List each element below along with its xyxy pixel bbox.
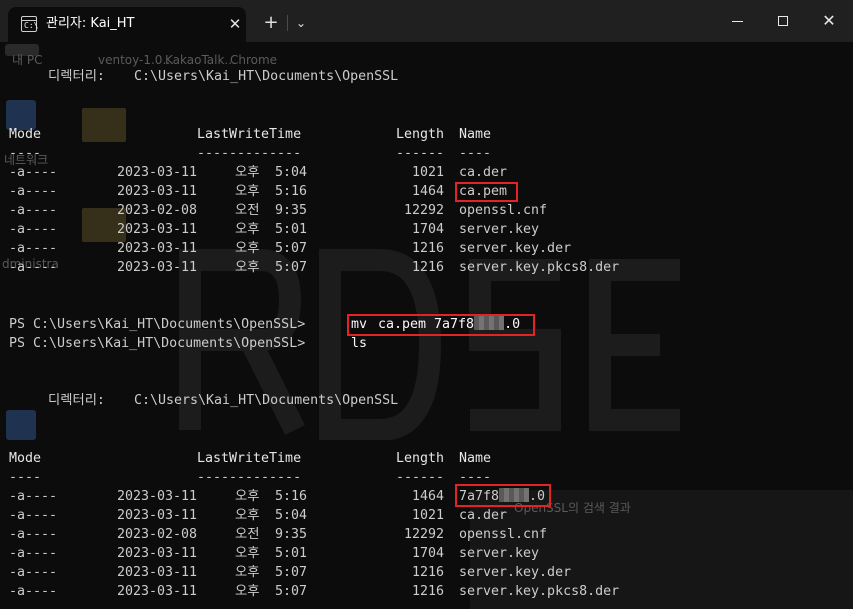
highlight-box bbox=[455, 484, 551, 507]
highlight-box bbox=[347, 314, 535, 336]
tab-title: 관리자: Kai_HT bbox=[46, 16, 135, 31]
file-row: -a---- 2023-03-11 오후 5:04 1021 ca.der bbox=[9, 165, 508, 180]
close-window-button[interactable]: ✕ bbox=[806, 0, 852, 42]
listing-header-underline: ---- ------------- ------ ---- bbox=[9, 146, 492, 161]
terminal-icon: C:\ bbox=[21, 16, 38, 32]
chevron-down-icon[interactable]: ⌄ bbox=[290, 12, 312, 34]
command-line-ls: PS C:\Users\Kai_HT\Documents\OpenSSL> ls bbox=[9, 334, 367, 353]
minimize-button[interactable] bbox=[714, 0, 760, 42]
directory-line: 디렉터리: C:\Users\Kai_HT\Documents\OpenSSL bbox=[48, 393, 399, 408]
new-tab-button[interactable]: + bbox=[260, 12, 282, 34]
terminal-window: 내 PC ventoy-1.0... KakaoTalk... Chrome 네… bbox=[0, 0, 853, 609]
listing-header-underline: ---- ------------- ------ ---- bbox=[9, 470, 492, 485]
file-row: -a---- 2023-02-08 오전 9:35 12292 openssl.… bbox=[9, 527, 548, 542]
file-row: -a---- 2023-03-11 오후 5:16 1464 ca.pem bbox=[9, 184, 508, 199]
highlight-box bbox=[455, 182, 518, 202]
file-row: -a---- 2023-03-11 오후 5:07 1216 server.ke… bbox=[9, 584, 620, 599]
ghost-label-kakao: KakaoTalk... bbox=[165, 53, 236, 67]
file-row: -a---- 2023-03-11 오후 5:01 1704 server.ke… bbox=[9, 222, 540, 237]
command-line-mv: PS C:\Users\Kai_HT\Documents\OpenSSL> mv… bbox=[9, 315, 520, 334]
file-row: -a---- 2023-03-11 오후 5:04 1021 ca.der bbox=[9, 508, 508, 523]
file-row: -a---- 2023-03-11 오후 5:07 1216 server.ke… bbox=[9, 565, 572, 580]
divider bbox=[287, 15, 288, 31]
file-row: -a---- 2023-02-08 오전 9:35 12292 openssl.… bbox=[9, 203, 548, 218]
listing-header: Mode LastWriteTime Length Name bbox=[9, 127, 492, 142]
file-row: -a---- 2023-03-11 오후 5:01 1704 server.ke… bbox=[9, 546, 540, 561]
listing-header: Mode LastWriteTime Length Name bbox=[9, 451, 492, 466]
file-row: -a---- 2023-03-11 오후 5:07 1216 server.ke… bbox=[9, 260, 620, 275]
file-row: -a---- 2023-03-11 오후 5:16 1464 7a7f8.0 bbox=[9, 488, 546, 504]
ghost-label-mypc: 내 PC bbox=[12, 53, 43, 67]
folder-icon bbox=[82, 108, 126, 142]
maximize-button[interactable] bbox=[760, 0, 806, 42]
tab-terminal[interactable]: C:\ 관리자: Kai_HT ✕ bbox=[8, 7, 246, 42]
ghost-label-chrome: Chrome bbox=[230, 53, 278, 67]
command-verb: ls bbox=[351, 336, 368, 351]
prompt: PS C:\Users\Kai_HT\Documents\OpenSSL> bbox=[9, 336, 306, 351]
file-row: -a---- 2023-03-11 오후 5:07 1216 server.ke… bbox=[9, 241, 572, 256]
prompt: PS C:\Users\Kai_HT\Documents\OpenSSL> bbox=[9, 317, 306, 332]
ghost-label-ventoy: ventoy-1.0... bbox=[98, 53, 174, 67]
close-tab-icon[interactable]: ✕ bbox=[226, 14, 244, 34]
directory-line: 디렉터리: C:\Users\Kai_HT\Documents\OpenSSL bbox=[48, 69, 399, 84]
title-bar: C:\ 관리자: Kai_HT ✕ + ⌄ ✕ bbox=[0, 0, 853, 42]
